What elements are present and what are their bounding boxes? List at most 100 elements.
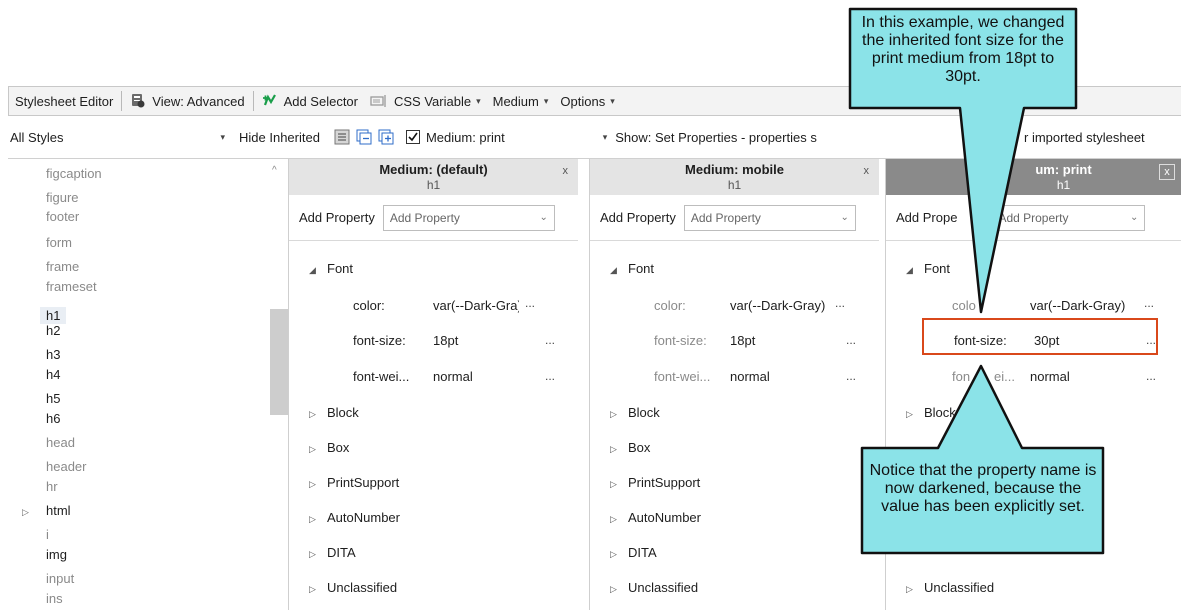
property-value[interactable]: normal — [1030, 369, 1116, 384]
font-group[interactable]: ◢ Font — [309, 261, 353, 276]
list-item[interactable]: head — [46, 435, 75, 450]
list-item[interactable]: input — [46, 571, 74, 586]
scroll-up-icon[interactable]: ^ — [272, 165, 277, 176]
property-value[interactable]: var(--Dark-Gray) — [1030, 298, 1130, 313]
property-name: font-size: — [353, 333, 406, 348]
view-advanced-button[interactable]: View: Advanced — [124, 87, 250, 115]
list-item[interactable]: img — [46, 547, 67, 562]
property-name: color: — [353, 298, 385, 313]
expand-arrow-icon: ▷ — [610, 409, 617, 419]
add-selector-button[interactable]: Add Selector — [256, 87, 364, 115]
group-unclassified[interactable]: ▷ Unclassified — [610, 580, 698, 595]
property-name: font-wei... — [353, 369, 410, 384]
collapse-arrow-icon: ◢ — [906, 265, 913, 275]
property-value[interactable]: 18pt — [433, 333, 519, 348]
group-unclassified[interactable]: ▷ Unclassified — [906, 580, 994, 595]
collapse-arrow-icon: ◢ — [610, 265, 617, 275]
hide-inherited-button[interactable]: Hide Inherited — [233, 123, 326, 151]
property-value[interactable]: 18pt — [730, 333, 816, 348]
medium-print-checkbox[interactable] — [405, 130, 420, 144]
styles-filter-dropdown[interactable]: All Styles ▾ — [8, 130, 233, 145]
list-item[interactable]: figcaption — [46, 166, 102, 181]
list-item[interactable]: h5 — [46, 391, 60, 406]
list-view-icon[interactable] — [334, 129, 350, 145]
chevron-down-icon: ⌄ — [840, 212, 849, 223]
group-autonumber[interactable]: ▷ AutoNumber — [309, 510, 400, 525]
font-group[interactable]: ◢ Font — [610, 261, 654, 276]
medium-menu[interactable]: Medium ▾ — [487, 87, 555, 115]
collapse-all-icon[interactable] — [356, 129, 372, 145]
more-button[interactable]: ... — [1146, 369, 1156, 383]
list-item[interactable]: h6 — [46, 411, 60, 426]
list-item[interactable]: frameset — [46, 279, 97, 294]
group-box[interactable]: ▷ Box — [610, 440, 650, 455]
more-button[interactable]: ... — [525, 296, 535, 310]
group-printsupport[interactable]: ▷ PrintSupport — [610, 475, 700, 490]
expand-arrow-icon: ▷ — [610, 444, 617, 454]
list-item[interactable]: h3 — [46, 347, 60, 362]
stylesheet-editor-title: Stylesheet Editor — [15, 93, 114, 109]
panel-header: Medium: mobile h1 x — [590, 159, 879, 195]
group-unclassified[interactable]: ▷ Unclassified — [309, 580, 397, 595]
chevron-down-icon: ▾ — [476, 95, 481, 106]
group-dita[interactable]: ▷ DITA — [309, 545, 356, 560]
group-box[interactable]: ▷ Box — [309, 440, 349, 455]
list-item-selected[interactable]: h1 — [40, 307, 67, 324]
panel-header-active: um: print h1 x — [886, 159, 1181, 195]
medium-print-label: Medium: print — [425, 129, 505, 145]
group-block[interactable]: ▷ Block — [309, 405, 359, 420]
top-callout-text: In this example, we changed the inherite… — [861, 14, 1065, 85]
more-button[interactable]: ... — [1144, 296, 1154, 310]
close-icon[interactable]: x — [1159, 164, 1175, 180]
property-name: font-size: — [654, 333, 707, 348]
font-group[interactable]: ◢ Font — [906, 261, 950, 276]
list-item[interactable]: form — [46, 235, 72, 250]
font-size-highlight — [922, 318, 1158, 355]
more-button[interactable]: ... — [545, 333, 555, 347]
more-button[interactable]: ... — [846, 369, 856, 383]
show-properties-dropdown[interactable]: Show: Set Properties - properties s — [615, 130, 817, 145]
list-item[interactable]: ins — [46, 591, 63, 606]
list-item[interactable]: header — [46, 459, 86, 474]
dropdown-arrow-icon: ▾ — [220, 131, 225, 142]
expand-arrow-icon: ▷ — [610, 514, 617, 524]
more-button[interactable]: ... — [835, 296, 845, 310]
chevron-down-icon: ⌄ — [539, 212, 548, 223]
group-block[interactable]: ▷ Block — [906, 405, 956, 420]
options-menu[interactable]: Options ▾ — [554, 87, 620, 115]
add-property-input[interactable]: Add Property ⌄ — [683, 204, 856, 231]
list-item[interactable]: hr — [46, 479, 58, 494]
property-value[interactable]: normal — [433, 369, 519, 384]
add-property-row: Add Property Add Property ⌄ — [590, 195, 879, 241]
expand-arrow-icon: ▷ — [610, 549, 617, 559]
selector-list[interactable]: ^ figcaption figure footer form frame fr… — [8, 159, 288, 610]
close-icon[interactable]: x — [864, 165, 870, 177]
list-item[interactable]: figure — [46, 190, 79, 205]
add-property-input[interactable]: Add Property ⌄ — [382, 204, 555, 231]
property-name: colo — [952, 298, 976, 313]
expand-all-icon[interactable] — [378, 129, 394, 145]
group-dita[interactable]: ▷ DITA — [610, 545, 657, 560]
expand-arrow-icon: ▷ — [610, 584, 617, 594]
css-variable-button[interactable]: CSS Variable ▾ — [364, 87, 487, 115]
property-value[interactable]: var(--Dark-Gra) — [433, 298, 519, 313]
list-item[interactable]: h2 — [46, 323, 60, 338]
more-button[interactable]: ... — [846, 333, 856, 347]
property-value[interactable]: var(--Dark-Gray) — [730, 298, 830, 313]
list-item[interactable]: footer — [46, 209, 79, 224]
more-button[interactable]: ... — [545, 369, 555, 383]
list-item[interactable]: html — [46, 503, 71, 518]
close-icon[interactable]: x — [563, 165, 569, 177]
list-item[interactable]: frame — [46, 259, 79, 274]
list-item[interactable]: i — [46, 527, 49, 542]
add-property-input[interactable]: Add Property ⌄ — [991, 204, 1146, 231]
group-printsupport[interactable]: ▷ PrintSupport — [309, 475, 399, 490]
expand-arrow-icon[interactable]: ▷ — [22, 507, 29, 518]
list-item[interactable]: h4 — [46, 367, 60, 382]
show-dropdown-arrow-icon[interactable]: ▾ — [603, 132, 608, 143]
expand-arrow-icon: ▷ — [610, 479, 617, 489]
group-block[interactable]: ▷ Block — [610, 405, 660, 420]
group-autonumber[interactable]: ▷ AutoNumber — [610, 510, 701, 525]
scrollbar-thumb[interactable] — [270, 309, 288, 415]
property-value[interactable]: normal — [730, 369, 816, 384]
